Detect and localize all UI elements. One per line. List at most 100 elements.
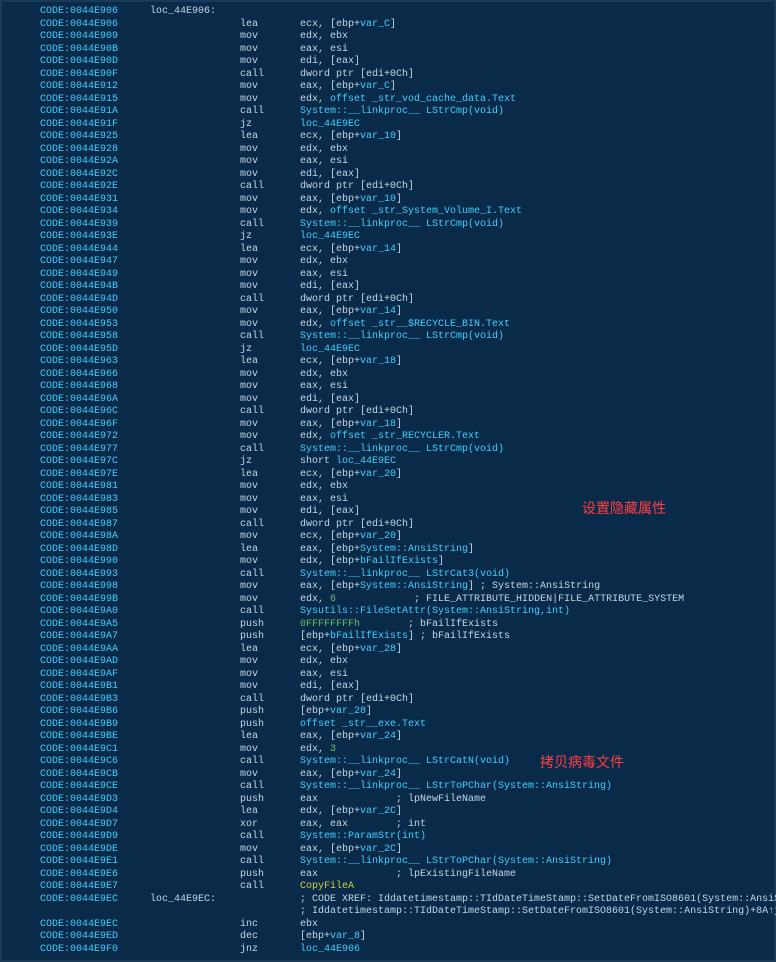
- mnemonic: call: [240, 181, 300, 194]
- disasm-line[interactable]: CODE:0044E9AD movedx, ebx: [2, 656, 774, 669]
- disasm-line[interactable]: CODE:0044E99B movedx, 6 ; FILE_ATTRIBUTE…: [2, 594, 774, 607]
- operands: ebx: [300, 919, 318, 932]
- disasm-line[interactable]: CODE:0044E9F0 jnzloc_44E906: [2, 944, 774, 957]
- disasm-line[interactable]: CODE:0044E9B1 movedi, [eax]: [2, 681, 774, 694]
- disasm-line[interactable]: CODE:0044E9A7 push[ebp+bFailIfExists] ; …: [2, 631, 774, 644]
- mnemonic: lea: [240, 544, 300, 557]
- disasm-line[interactable]: CODE:0044E972 movedx, offset _str_RECYCL…: [2, 431, 774, 444]
- disasm-line[interactable]: CODE:0044E94D calldword ptr [edi+0Ch]: [2, 294, 774, 307]
- disasm-line[interactable]: CODE:0044E97E leaecx, [ebp+var_20]: [2, 469, 774, 482]
- disasm-line[interactable]: CODE:0044E9E6 pusheax ; lpExistingFileNa…: [2, 869, 774, 882]
- disasm-line[interactable]: CODE:0044E947 movedx, ebx: [2, 256, 774, 269]
- loc-label: loc_44E9EC:: [150, 894, 240, 907]
- disasm-line[interactable]: CODE:0044E915 movedx, offset _str_vod_ca…: [2, 94, 774, 107]
- flow-arrows: [2, 56, 40, 69]
- disasm-line[interactable]: CODE:0044E91A callSystem::__linkproc__ L…: [2, 106, 774, 119]
- disasm-line[interactable]: CODE:0044E993 callSystem::__linkproc__ L…: [2, 569, 774, 582]
- disasm-line[interactable]: CODE:0044E9AF moveax, esi: [2, 669, 774, 682]
- address: CODE:0044E9CE: [40, 781, 150, 794]
- disasm-line[interactable]: CODE:0044E9C1 movedx, 3: [2, 744, 774, 757]
- disasm-line[interactable]: CODE:0044E97C jzshort loc_44E9EC: [2, 456, 774, 469]
- disasm-line[interactable]: CODE:0044E934 movedx, offset _str_System…: [2, 206, 774, 219]
- disasm-line[interactable]: CODE:0044E9C6 callSystem::__linkproc__ L…: [2, 756, 774, 769]
- disasm-line[interactable]: CODE:0044E98D leaeax, [ebp+System::AnsiS…: [2, 544, 774, 557]
- disasm-line[interactable]: CODE:0044E9B6 push[ebp+var_28]: [2, 706, 774, 719]
- disasm-line[interactable]: CODE:0044E9D7 xoreax, eax ; int: [2, 819, 774, 832]
- disasm-line[interactable]: CODE:0044E9B9 pushoffset _str__exe.Text: [2, 719, 774, 732]
- disasm-line[interactable]: CODE:0044E9BE leaeax, [ebp+var_24]: [2, 731, 774, 744]
- disasm-line[interactable]: CODE:0044E998 moveax, [ebp+System::AnsiS…: [2, 581, 774, 594]
- disasm-line[interactable]: CODE:0044E958 callSystem::__linkproc__ L…: [2, 331, 774, 344]
- disasm-line[interactable]: CODE:0044E9EC loc_44E9EC: ; CODE XREF: I…: [2, 894, 774, 907]
- disasm-line[interactable]: CODE:0044E963 leaecx, [ebp+var_18]: [2, 356, 774, 369]
- address: CODE:0044E9A7: [40, 631, 150, 644]
- disasm-line[interactable]: CODE:0044E9D4 leaedx, [ebp+var_2C]: [2, 806, 774, 819]
- disasm-line[interactable]: CODE:0044E96C calldword ptr [edi+0Ch]: [2, 406, 774, 419]
- disasm-line[interactable]: CODE:0044E92E calldword ptr [edi+0Ch]: [2, 181, 774, 194]
- address: CODE:0044E987: [40, 519, 150, 532]
- ida-disassembly-view[interactable]: CODE:0044E906 loc_44E906: CODE:0044E906 …: [0, 0, 776, 962]
- disasm-line[interactable]: CODE:0044E90D movedi, [eax]: [2, 56, 774, 69]
- mnemonic: mov: [240, 556, 300, 569]
- disasm-line[interactable]: CODE:0044E912 moveax, [ebp+var_C]: [2, 81, 774, 94]
- disasm-line[interactable]: CODE:0044E909 movedx, ebx: [2, 31, 774, 44]
- disasm-line[interactable]: CODE:0044E95D jzloc_44E9EC: [2, 344, 774, 357]
- disasm-line[interactable]: CODE:0044E928 movedx, ebx: [2, 144, 774, 157]
- disasm-line[interactable]: CODE:0044E93E jzloc_44E9EC: [2, 231, 774, 244]
- address: CODE:0044E950: [40, 306, 150, 319]
- disasm-line[interactable]: CODE:0044E94B movedi, [eax]: [2, 281, 774, 294]
- disasm-line[interactable]: CODE:0044E9CB moveax, [ebp+var_24]: [2, 769, 774, 782]
- disasm-line[interactable]: ; Iddatetimestamp::TIdDateTimeStamp::Set…: [2, 906, 774, 919]
- disasm-line[interactable]: CODE:0044E9A0 callSysutils::FileSetAttr(…: [2, 606, 774, 619]
- flow-arrows: [2, 269, 40, 282]
- disasm-line[interactable]: CODE:0044E9DE moveax, [ebp+var_2C]: [2, 844, 774, 857]
- flow-arrows: [2, 619, 40, 632]
- disasm-line[interactable]: CODE:0044E92C movedi, [eax]: [2, 169, 774, 182]
- flow-arrows: [2, 294, 40, 307]
- disasm-line[interactable]: CODE:0044E953 movedx, offset _str__$RECY…: [2, 319, 774, 332]
- disasm-line[interactable]: CODE:0044E9D3 pusheax ; lpNewFileName: [2, 794, 774, 807]
- disasm-line[interactable]: CODE:0044E968 moveax, esi: [2, 381, 774, 394]
- disasm-line[interactable]: CODE:0044E950 moveax, [ebp+var_14]: [2, 306, 774, 319]
- disasm-line[interactable]: CODE:0044E96F moveax, [ebp+var_18]: [2, 419, 774, 432]
- flow-arrows: [2, 231, 40, 244]
- flow-arrows: [2, 531, 40, 544]
- disasm-line[interactable]: CODE:0044E906 loc_44E906:: [2, 6, 774, 19]
- disasm-line[interactable]: CODE:0044E981 movedx, ebx: [2, 481, 774, 494]
- address: CODE:0044E9AF: [40, 669, 150, 682]
- flow-arrows: [2, 506, 40, 519]
- address: CODE:0044E90F: [40, 69, 150, 82]
- mnemonic: mov: [240, 744, 300, 757]
- disasm-line[interactable]: CODE:0044E9CE callSystem::__linkproc__ L…: [2, 781, 774, 794]
- disasm-line[interactable]: CODE:0044E9E1 callSystem::__linkproc__ L…: [2, 856, 774, 869]
- disasm-line[interactable]: CODE:0044E944 leaecx, [ebp+var_14]: [2, 244, 774, 257]
- disasm-line[interactable]: CODE:0044E977 callSystem::__linkproc__ L…: [2, 444, 774, 457]
- operands: loc_44E9EC: [300, 344, 360, 357]
- disasm-line[interactable]: CODE:0044E987 calldword ptr [edi+0Ch]: [2, 519, 774, 532]
- disasm-line[interactable]: CODE:0044E949 moveax, esi: [2, 269, 774, 282]
- disasm-line[interactable]: CODE:0044E925 leaecx, [ebp+var_10]: [2, 131, 774, 144]
- disasm-line[interactable]: CODE:0044E92A moveax, esi: [2, 156, 774, 169]
- disasm-line[interactable]: CODE:0044E9B3 calldword ptr [edi+0Ch]: [2, 694, 774, 707]
- disasm-line[interactable]: CODE:0044E98A movecx, [ebp+var_20]: [2, 531, 774, 544]
- disasm-line[interactable]: CODE:0044E91F jzloc_44E9EC: [2, 119, 774, 132]
- flow-arrows: [2, 719, 40, 732]
- disasm-line[interactable]: CODE:0044E96A movedi, [eax]: [2, 394, 774, 407]
- disasm-line[interactable]: CODE:0044E9ED dec[ebp+var_8]: [2, 931, 774, 944]
- disasm-line[interactable]: CODE:0044E9AA leaecx, [ebp+var_28]: [2, 644, 774, 657]
- address: CODE:0044E990: [40, 556, 150, 569]
- disasm-line[interactable]: CODE:0044E9EC incebx: [2, 919, 774, 932]
- disasm-line[interactable]: CODE:0044E966 movedx, ebx: [2, 369, 774, 382]
- disasm-line[interactable]: CODE:0044E931 moveax, [ebp+var_10]: [2, 194, 774, 207]
- disasm-line[interactable]: CODE:0044E906 leaecx, [ebp+var_C]: [2, 19, 774, 32]
- disasm-line[interactable]: CODE:0044E90B moveax, esi: [2, 44, 774, 57]
- operands: Sysutils::FileSetAttr(System::AnsiString…: [300, 606, 570, 619]
- disasm-line[interactable]: CODE:0044E9E7 callCopyFileA: [2, 881, 774, 894]
- disasm-line[interactable]: CODE:0044E990 movedx, [ebp+bFailIfExists…: [2, 556, 774, 569]
- disasm-line[interactable]: CODE:0044E9A5 push0FFFFFFFFh ; bFailIfEx…: [2, 619, 774, 632]
- address: CODE:0044E9E1: [40, 856, 150, 869]
- mnemonic: lea: [240, 356, 300, 369]
- operands: offset _str__exe.Text: [300, 719, 426, 732]
- disasm-line[interactable]: CODE:0044E90F calldword ptr [edi+0Ch]: [2, 69, 774, 82]
- disasm-line[interactable]: CODE:0044E939 callSystem::__linkproc__ L…: [2, 219, 774, 232]
